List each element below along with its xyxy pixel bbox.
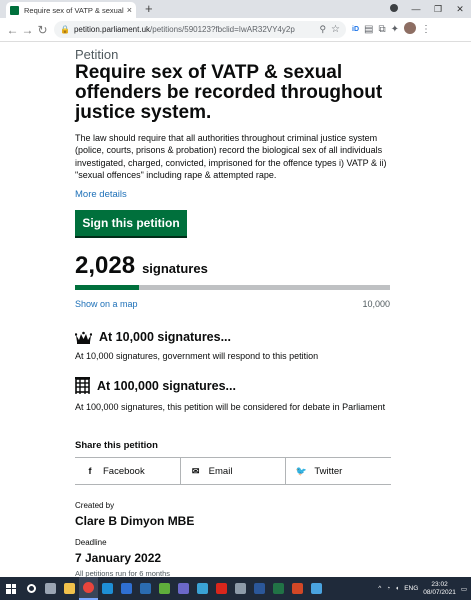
share-bar: f Facebook ✉ Email 🐦 Twitter	[75, 457, 391, 485]
url-text[interactable]: petition.parliament.uk/petitions/590123?…	[74, 25, 319, 34]
bookmark-star-icon[interactable]: ☆	[331, 24, 340, 35]
created-by-label: Created by	[75, 501, 115, 510]
milestone-100000-title: At 100,000 signatures...	[97, 378, 236, 393]
portcullis-favicon-icon	[10, 5, 19, 15]
share-twitter-label: Twitter	[314, 465, 343, 477]
share-heading: Share this petition	[75, 440, 158, 451]
signature-progress-fill	[75, 285, 139, 290]
milestone-100000-text: At 100,000 signatures, this petition wil…	[75, 402, 386, 412]
system-tray: ^ ◔ ◖ ENG 23:02 08/07/2021 ▭	[378, 581, 471, 597]
extension-icons: iD ▤ ⧉ ✦ ⋮	[352, 22, 431, 37]
windows-logo-icon	[6, 583, 16, 594]
portcullis-icon	[75, 377, 90, 394]
profile-avatar[interactable]	[403, 22, 416, 37]
close-window-icon[interactable]: ✕	[449, 4, 471, 15]
id-extension-icon[interactable]: iD	[352, 26, 359, 33]
green-app-icon[interactable]	[155, 577, 174, 600]
url-host: petition.parliament.uk	[73, 25, 151, 34]
signature-count-label: signatures	[142, 261, 208, 276]
petition-page: Petition Require sex of VATP & sexual of…	[0, 43, 471, 577]
url-path: /petitions/590123?fbclid=IwAR32VY4y2p	[150, 25, 295, 34]
windows-taskbar: ^ ◔ ◖ ENG 23:02 08/07/2021 ▭	[0, 577, 471, 600]
signature-count-number: 2,028	[75, 252, 136, 279]
tab-close-icon[interactable]: ×	[127, 5, 132, 15]
puzzle-extensions-icon[interactable]: ✦	[391, 24, 399, 35]
word-icon[interactable]	[250, 577, 269, 600]
clipboard-extension-icon[interactable]: ⧉	[378, 24, 385, 35]
zoom-search-icon[interactable]: ⚲	[319, 24, 326, 35]
clock-date: 08/07/2021	[423, 588, 456, 596]
browser-tab-active[interactable]: Require sex of VATP & sexual offe ×	[6, 2, 136, 18]
crown-icon	[75, 331, 92, 344]
milestone-10000-title: At 10,000 signatures...	[99, 330, 232, 344]
minimize-icon[interactable]: —	[405, 4, 427, 14]
signature-progress-bar	[75, 285, 390, 290]
mail-icon[interactable]	[117, 577, 136, 600]
sign-petition-button[interactable]: Sign this petition	[75, 210, 187, 236]
forward-icon[interactable]: →	[20, 23, 35, 37]
chrome-icon[interactable]	[79, 577, 98, 600]
share-twitter-link[interactable]: 🐦 Twitter	[285, 458, 391, 484]
browser-toolbar: ← → ↻ 🔒 petition.parliament.uk/petitions…	[0, 18, 471, 42]
restore-icon[interactable]: ❐	[427, 4, 449, 15]
network-icon[interactable]	[231, 577, 250, 600]
deadline-label: Deadline	[75, 538, 107, 547]
petition-summary: The law should require that all authorit…	[75, 133, 387, 181]
wifi-icon[interactable]: ◔	[386, 585, 390, 592]
address-bar[interactable]: 🔒 petition.parliament.uk/petitions/59012…	[54, 21, 346, 38]
snip-icon[interactable]	[307, 577, 326, 600]
facebook-icon: f	[88, 466, 92, 476]
clock-time: 23:02	[431, 580, 448, 588]
back-icon[interactable]: ←	[5, 23, 20, 37]
signature-count: 2,028 signatures	[75, 252, 391, 280]
menu-kebab-icon[interactable]: ⋮	[421, 24, 431, 35]
search-icon[interactable]	[22, 577, 41, 600]
reading-mode-icon[interactable]: ▤	[364, 24, 373, 35]
email-icon: ✉	[191, 465, 200, 476]
edge-icon[interactable]	[98, 577, 117, 600]
created-by-value: Clare B Dimyon MBE	[75, 514, 195, 528]
tray-chevron-icon[interactable]: ^	[378, 585, 381, 592]
volume-icon[interactable]: ◖	[395, 585, 399, 592]
acrobat-icon[interactable]	[212, 577, 231, 600]
tab-strip: Require sex of VATP & sexual offe × + — …	[0, 0, 471, 18]
profile-indicator-icon[interactable]	[383, 4, 405, 14]
signature-target: 10,000	[362, 299, 390, 309]
petition-duration-note: All petitions run for 6 months	[75, 569, 171, 577]
new-tab-button[interactable]: +	[145, 1, 153, 16]
powerpoint-icon[interactable]	[288, 577, 307, 600]
notifications-icon[interactable]: ▭	[461, 585, 467, 593]
share-facebook-label: Facebook	[103, 465, 145, 477]
milestone-10000-heading: At 10,000 signatures...	[75, 330, 391, 344]
file-explorer-icon[interactable]	[60, 577, 79, 600]
share-facebook-link[interactable]: f Facebook	[75, 458, 180, 484]
start-button[interactable]	[0, 577, 22, 600]
more-details-link[interactable]: More details	[75, 189, 391, 200]
tab-title: Require sex of VATP & sexual offe	[24, 5, 124, 15]
teams-icon[interactable]	[174, 577, 193, 600]
excel-icon[interactable]	[269, 577, 288, 600]
clock[interactable]: 23:02 08/07/2021	[423, 581, 456, 597]
lock-icon[interactable]: 🔒	[60, 25, 70, 34]
reload-icon[interactable]: ↻	[35, 23, 50, 37]
deadline-value: 7 January 2022	[75, 551, 162, 565]
task-view-icon[interactable]	[41, 577, 60, 600]
language-indicator[interactable]: ENG	[404, 585, 418, 592]
petition-title: Require sex of VATP & sexual offenders b…	[75, 62, 383, 123]
milestone-10000-text: At 10,000 signatures, government will re…	[75, 351, 319, 361]
photos-icon[interactable]	[193, 577, 212, 600]
share-email-link[interactable]: ✉ Email	[179, 458, 286, 484]
store-icon[interactable]	[136, 577, 155, 600]
page-caption: Petition	[75, 47, 119, 62]
milestone-100000-heading: At 100,000 signatures...	[75, 377, 391, 394]
twitter-icon: 🐦	[295, 465, 307, 476]
share-email-label: Email	[208, 465, 233, 477]
taskbar-apps	[22, 577, 326, 600]
window-controls: — ❐ ✕	[383, 0, 471, 18]
